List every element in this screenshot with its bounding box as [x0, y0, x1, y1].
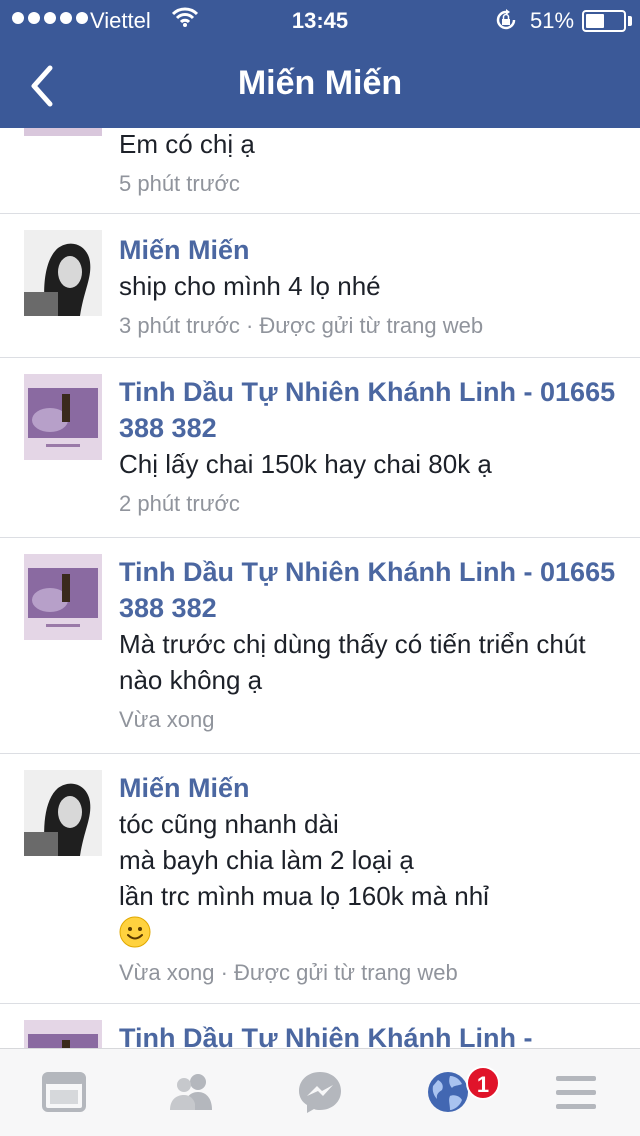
comment-meta: Vừa xong — [119, 707, 215, 732]
back-chevron-icon[interactable] — [20, 62, 68, 110]
comment-list[interactable]: Em có chị ạ 5 phút trước Miến Miến ship … — [0, 128, 640, 1048]
comment-item: Miến Miến ship cho mình 4 lọ nhé 3 phút … — [0, 214, 640, 358]
comment-meta: Vừa xong · Được gửi từ trang web — [119, 960, 458, 985]
page-avatar[interactable] — [24, 1020, 102, 1048]
comment-body: Em có chị ạ — [119, 129, 255, 159]
battery-icon — [582, 10, 626, 32]
comment-author[interactable]: Tinh Dầu Tự Nhiên Khánh Linh - 01665 388… — [119, 374, 616, 446]
battery-tip — [628, 16, 632, 26]
comment-meta: 2 phút trước — [119, 491, 240, 516]
messenger-icon[interactable] — [292, 1064, 348, 1120]
user-avatar[interactable] — [24, 770, 102, 856]
comment-item: Tinh Dầu Tự Nhiên Khánh Linh - — [0, 1004, 640, 1048]
navigation-bar: Miến Miến — [0, 40, 640, 128]
comment-body: Chị lấy chai 150k hay chai 80k ạ — [119, 449, 492, 479]
comment-author[interactable]: Miến Miến — [119, 232, 616, 268]
comment-meta: 5 phút trước — [119, 171, 240, 196]
friends-icon[interactable] — [164, 1064, 220, 1120]
news-feed-icon[interactable] — [36, 1064, 92, 1120]
comment-body-line: mà bayh chia làm 2 loại ạ — [119, 845, 414, 875]
comment-meta: 3 phút trước · Được gửi từ trang web — [119, 313, 484, 338]
comment-author[interactable]: Tinh Dầu Tự Nhiên Khánh Linh - 01665 388… — [119, 554, 616, 626]
comment-item: Miến Miến tóc cũng nhanh dài mà bayh chi… — [0, 754, 640, 1004]
page-avatar[interactable] — [24, 128, 102, 136]
notification-badge: 1 — [466, 1066, 500, 1100]
comment-item: Tinh Dầu Tự Nhiên Khánh Linh - 01665 388… — [0, 538, 640, 754]
battery-percent: 51% — [530, 8, 575, 33]
comment-body-line: lần trc mình mua lọ 160k mà nhỉ — [119, 881, 489, 911]
comment-item: Tinh Dầu Tự Nhiên Khánh Linh - 01665 388… — [0, 358, 640, 538]
status-bar: Viettel 13:45 51% — [0, 0, 640, 40]
page-avatar[interactable] — [24, 374, 102, 460]
battery-fill — [586, 14, 604, 28]
top-bar: Viettel 13:45 51% Miến Miến — [0, 0, 640, 128]
comment-item: Em có chị ạ 5 phút trước — [0, 128, 640, 214]
comment-author[interactable]: Miến Miến — [119, 770, 616, 806]
comment-body: Mà trước chị dùng thấy có tiến triển chú… — [119, 629, 586, 695]
user-avatar[interactable] — [24, 230, 102, 316]
comment-author[interactable]: Tinh Dầu Tự Nhiên Khánh Linh - — [119, 1020, 616, 1048]
page-avatar[interactable] — [24, 554, 102, 640]
menu-icon[interactable] — [548, 1064, 604, 1120]
smile-emoji-icon — [119, 916, 151, 948]
rotation-lock-icon — [496, 9, 516, 30]
comment-body-line: tóc cũng nhanh dài — [119, 809, 339, 839]
page-title: Miến Miến — [237, 64, 403, 102]
comment-body: ship cho mình 4 lọ nhé — [119, 271, 381, 301]
